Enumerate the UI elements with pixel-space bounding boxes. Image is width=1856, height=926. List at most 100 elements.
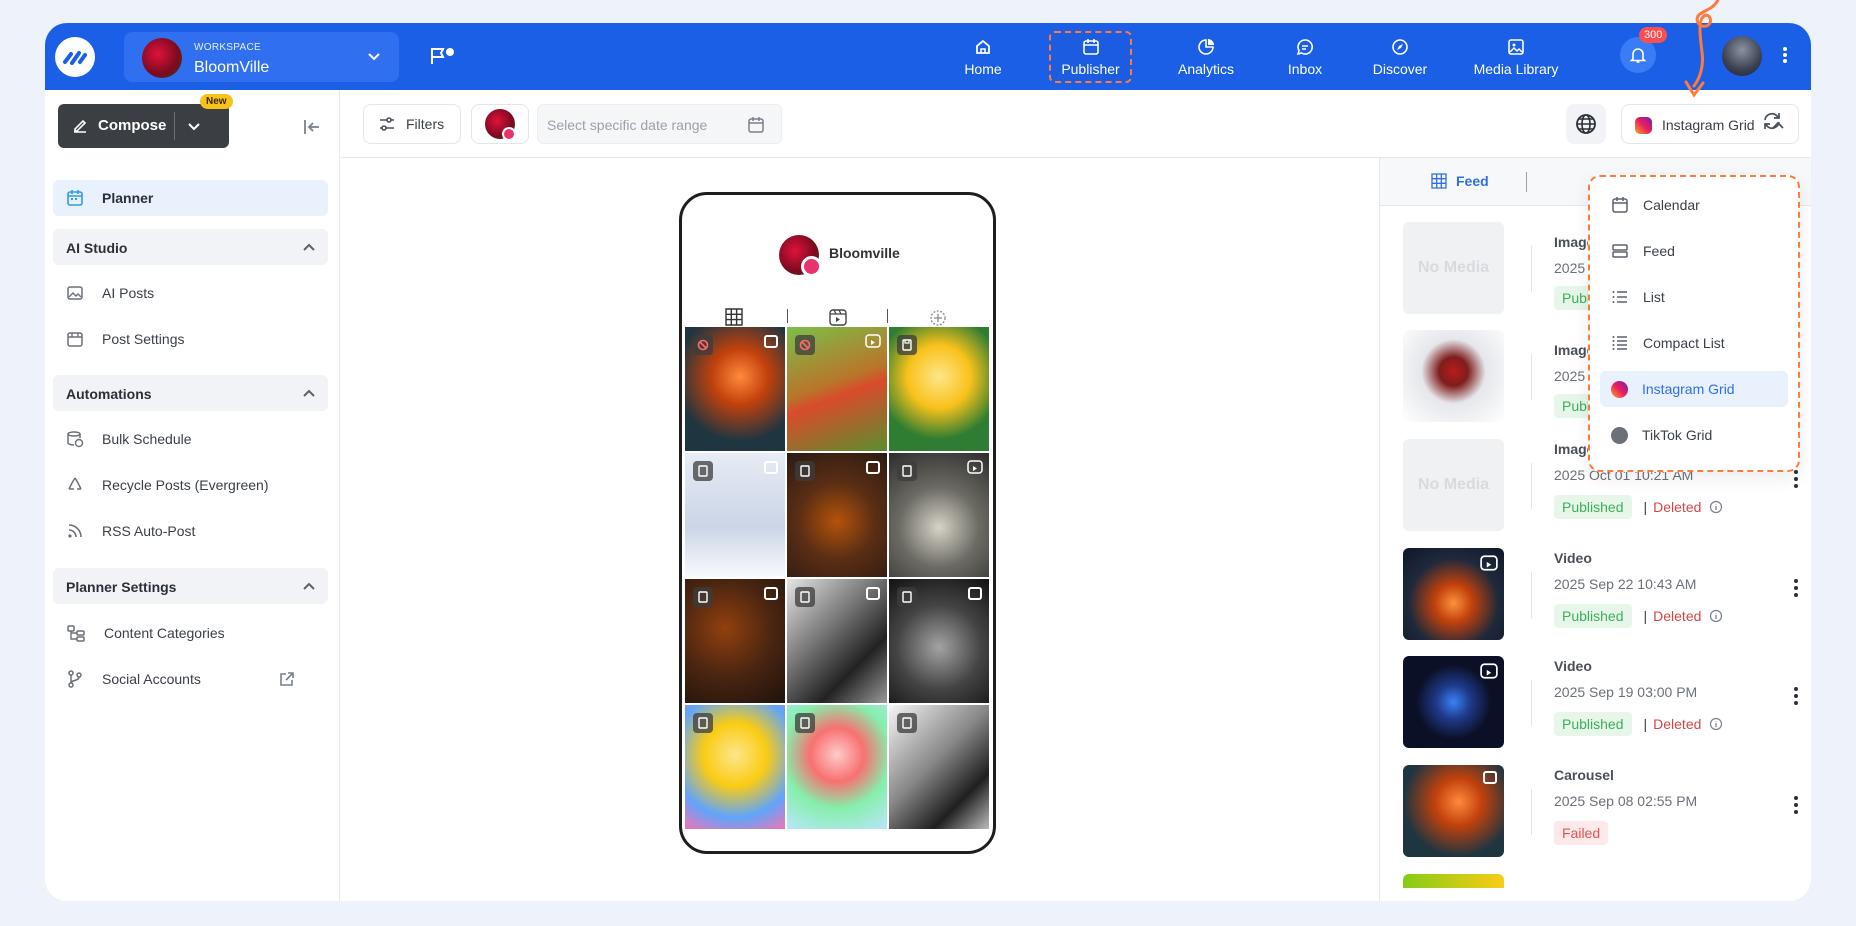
grid-icon <box>1431 173 1447 189</box>
reels-icon[interactable] <box>828 307 848 327</box>
nav-discover[interactable]: Discover <box>1365 31 1435 83</box>
app-window: WORKSPACE BloomVille Home Publisher Anal… <box>45 23 1811 901</box>
more-vertical-icon[interactable] <box>1793 469 1799 489</box>
app-logo[interactable] <box>55 37 95 77</box>
grid-icon[interactable] <box>724 307 744 327</box>
section-planner-settings[interactable]: Planner Settings <box>53 568 328 604</box>
grid-post[interactable] <box>889 327 989 451</box>
save-icon <box>693 587 713 607</box>
grid-post[interactable] <box>787 327 887 451</box>
nav-analytics-label: Analytics <box>1177 60 1235 77</box>
more-vertical-icon[interactable] <box>1793 795 1799 815</box>
info-icon[interactable] <box>1709 609 1723 623</box>
section-automations[interactable]: Automations <box>53 375 328 411</box>
sidebar-item-bulk-schedule[interactable]: Bulk Schedule <box>53 421 328 457</box>
compact-list-icon <box>1612 336 1627 350</box>
workspace-switcher[interactable]: WORKSPACE BloomVille <box>124 32 399 82</box>
divider <box>1531 572 1532 618</box>
select-checkbox[interactable] <box>764 335 778 348</box>
account-selector[interactable] <box>471 104 529 144</box>
post-status-row: Published | Deleted <box>1554 495 1723 519</box>
tagged-icon[interactable] <box>928 307 948 327</box>
sidebar-item-planner[interactable]: Planner <box>53 180 328 216</box>
nav-media-library[interactable]: Media Library <box>1470 31 1562 83</box>
pie-chart-icon <box>1198 38 1214 55</box>
save-icon <box>693 713 713 733</box>
tab-feed[interactable]: Feed <box>1430 172 1489 190</box>
nav-analytics[interactable]: Analytics <box>1166 31 1246 83</box>
tab-divider <box>787 309 788 323</box>
save-icon <box>795 713 815 733</box>
grid-post[interactable] <box>889 453 989 577</box>
menu-item-instagram-grid[interactable]: Instagram Grid <box>1600 371 1788 407</box>
reels-icon <box>865 334 881 348</box>
menu-item-list[interactable]: List <box>1600 279 1788 315</box>
refresh-icon[interactable] <box>1761 110 1783 132</box>
sidebar-item-ai-posts[interactable]: AI Posts <box>53 275 328 311</box>
view-selector-label: Instagram Grid <box>1662 117 1755 133</box>
grid-post[interactable] <box>787 705 887 829</box>
menu-item-feed[interactable]: Feed <box>1600 233 1788 269</box>
grid-post[interactable] <box>685 579 785 703</box>
menu-item-calendar[interactable]: Calendar <box>1600 187 1788 223</box>
more-vertical-icon[interactable] <box>1782 45 1788 65</box>
section-ai-studio[interactable]: AI Studio <box>53 229 328 265</box>
tiktok-icon <box>1611 426 1628 444</box>
profile-tabs <box>682 305 993 329</box>
sidebar-item-content-categories[interactable]: Content Categories <box>53 615 328 651</box>
post-item[interactable]: Carousel 2025 Sep 08 02:55 PM Failed <box>1403 765 1798 857</box>
nav-home[interactable]: Home <box>953 31 1013 83</box>
save-icon <box>795 461 815 481</box>
sidebar-item-label: Post Settings <box>102 331 185 347</box>
select-checkbox[interactable] <box>764 587 778 600</box>
post-item[interactable]: Video 2025 Sep 22 10:43 AM Published | Del… <box>1403 548 1798 640</box>
sidebar-item-rss-auto-post[interactable]: RSS Auto-Post <box>53 513 328 549</box>
post-item[interactable]: Video 2025 Sep 19 03:00 PM Published | Del… <box>1403 656 1798 748</box>
menu-item-compact-list[interactable]: Compact List <box>1600 325 1788 361</box>
more-vertical-icon[interactable] <box>1793 686 1799 706</box>
divider <box>1531 680 1532 726</box>
grid-post[interactable] <box>685 327 785 451</box>
section-title: Planner Settings <box>66 579 177 595</box>
save-icon <box>897 461 917 481</box>
external-link-icon[interactable] <box>278 670 296 688</box>
save-icon <box>897 587 917 607</box>
select-checkbox[interactable] <box>866 461 880 474</box>
grid-post[interactable] <box>685 453 785 577</box>
filters-button[interactable]: Filters <box>363 104 461 144</box>
select-checkbox[interactable] <box>764 461 778 474</box>
select-checkbox[interactable] <box>866 587 880 600</box>
nav-inbox[interactable]: Inbox <box>1276 31 1334 83</box>
instagram-icon <box>801 256 822 277</box>
grid-post[interactable] <box>889 705 989 829</box>
grid-post[interactable] <box>889 579 989 703</box>
post-status-row: Published | Deleted <box>1554 712 1723 736</box>
sidebar-item-post-settings[interactable]: Post Settings <box>53 321 328 357</box>
post-item[interactable] <box>1403 874 1793 888</box>
date-range-input[interactable]: Select specific date range <box>537 104 782 144</box>
more-vertical-icon[interactable] <box>1793 578 1799 598</box>
compose-button[interactable]: Compose New <box>58 94 233 148</box>
menu-item-tiktok-grid[interactable]: TikTok Grid <box>1600 417 1788 453</box>
sliders-icon <box>380 117 394 131</box>
flag-icon[interactable] <box>429 45 459 67</box>
sidebar-item-social-accounts[interactable]: Social Accounts <box>53 661 328 697</box>
sidebar-item-recycle-posts[interactable]: Recycle Posts (Evergreen) <box>53 467 328 503</box>
grid-post[interactable] <box>787 453 887 577</box>
select-checkbox[interactable] <box>968 587 982 600</box>
grid-post[interactable] <box>685 705 785 829</box>
sidebar: Compose New Planner AI Studio AI Posts P… <box>45 90 340 901</box>
menu-item-label: Feed <box>1643 243 1675 259</box>
instagram-icon <box>1611 380 1628 398</box>
nav-inbox-label: Inbox <box>1287 60 1323 77</box>
info-icon[interactable] <box>1709 500 1723 514</box>
nav-publisher[interactable]: Publisher <box>1049 31 1132 83</box>
post-type: Carousel <box>1554 767 1614 783</box>
grid-post[interactable] <box>787 579 887 703</box>
chevron-down-icon[interactable] <box>186 118 202 134</box>
info-icon[interactable] <box>1709 717 1723 731</box>
instagram-icon <box>1635 117 1652 134</box>
timezone-button[interactable] <box>1566 104 1606 144</box>
collapse-sidebar-icon[interactable] <box>303 118 323 136</box>
menu-item-label: Compact List <box>1643 335 1725 351</box>
